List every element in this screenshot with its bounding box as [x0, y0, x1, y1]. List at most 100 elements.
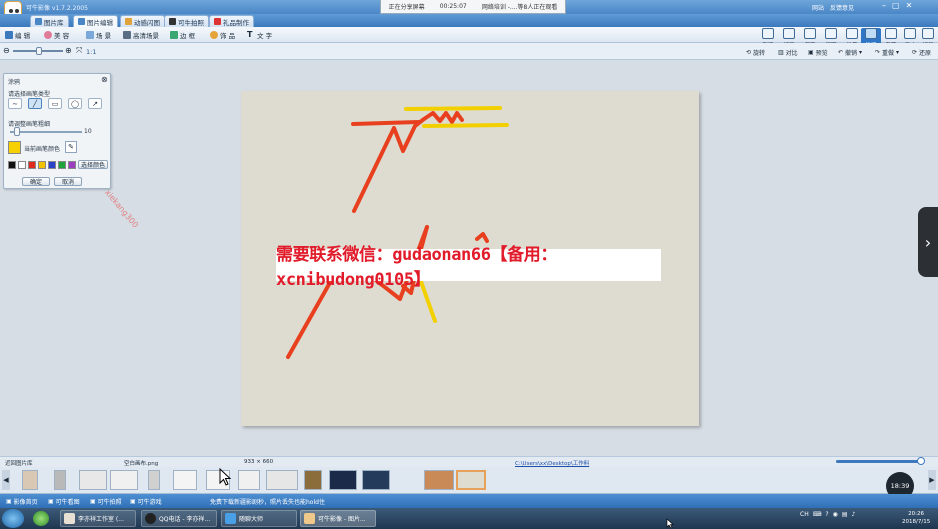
- tool-scene[interactable]: 场 景: [86, 30, 111, 40]
- maximize-button[interactable]: ▢: [892, 1, 900, 10]
- restore-button[interactable]: ⟳ 还原: [912, 48, 931, 57]
- ellipse-brush-button[interactable]: ◯: [68, 98, 82, 109]
- back-to-library-link[interactable]: 近回图片库: [5, 459, 33, 467]
- help-icon[interactable]: ?: [825, 511, 828, 518]
- status-camera-link[interactable]: ▣ 可牛拍照: [90, 497, 122, 506]
- zoom-out-icon[interactable]: ⊖: [3, 46, 10, 55]
- cutout-icon: [825, 28, 837, 39]
- share-timer: 00:25:07: [439, 3, 467, 10]
- thumbnail[interactable]: [304, 470, 322, 490]
- feedback-link[interactable]: 反馈意见: [830, 3, 854, 12]
- swatch-yellow[interactable]: [38, 161, 46, 169]
- brush-size-slider[interactable]: [10, 131, 82, 133]
- gif-icon: [125, 18, 132, 25]
- share-status: 正在分享屏幕: [388, 4, 425, 11]
- tab-photo-edit[interactable]: 图片编辑: [73, 15, 118, 27]
- swatch-purple[interactable]: [68, 161, 76, 169]
- tab-camera[interactable]: 可牛拍照: [164, 15, 209, 27]
- screen-share-bar[interactable]: 正在分享屏幕 00:25:07 网络培训 -....等8人正在观看: [380, 0, 566, 14]
- freehand-brush-button[interactable]: ∼: [8, 98, 22, 109]
- taskbar-item[interactable]: 随聊大师: [221, 510, 297, 527]
- website-link[interactable]: 网站: [812, 3, 824, 12]
- system-clock[interactable]: 20:26 2018/7/15: [902, 510, 930, 526]
- taskbar-item[interactable]: QQ电话 - 李亦祥...: [141, 510, 217, 527]
- tab-animated-gif[interactable]: 动感闪图: [120, 15, 165, 27]
- taskbar-item[interactable]: 李亦祥工作室 (...: [60, 510, 136, 527]
- arrow-brush-button[interactable]: ↗: [88, 98, 102, 109]
- tool-beauty[interactable]: 美 容: [44, 30, 69, 40]
- chevron-right-icon[interactable]: ›: [918, 207, 938, 277]
- thumbnail-size-handle[interactable]: [917, 457, 925, 465]
- clock-date: 2018/7/15: [902, 519, 931, 525]
- status-games-link[interactable]: ▣ 可牛游戏: [130, 497, 162, 506]
- tool-accessory[interactable]: 饰 品: [210, 30, 235, 40]
- app-title: 可牛影像 v1.7.2.2005: [26, 5, 88, 12]
- swatch-black[interactable]: [8, 161, 16, 169]
- thumbnail[interactable]: [424, 470, 454, 490]
- swatch-green[interactable]: [58, 161, 66, 169]
- keyboard-icon[interactable]: ⌨: [813, 511, 822, 518]
- print-icon: [922, 28, 934, 39]
- tool-text[interactable]: T文 字: [247, 30, 272, 41]
- chevron-down-icon: ▾: [896, 49, 900, 56]
- tab-gift-maker[interactable]: 礼品制作: [209, 15, 254, 27]
- thumbnail[interactable]: [238, 470, 260, 490]
- thumbnail-size-slider[interactable]: [836, 460, 922, 463]
- thumbnail[interactable]: [362, 470, 390, 490]
- tool-edit[interactable]: 编 辑: [5, 30, 30, 40]
- preview-icon: ▣: [808, 49, 814, 56]
- thumbnail[interactable]: [329, 470, 357, 490]
- taskbar-item-active[interactable]: 可牛影像 - 图片...: [300, 510, 376, 527]
- pick-color-button[interactable]: 选择颜色: [78, 160, 108, 169]
- thumbnail[interactable]: [148, 470, 160, 490]
- network-icon[interactable]: ▤: [842, 511, 848, 518]
- system-tray: CH ⌨ ? ◉ ▤ ♪: [800, 511, 855, 518]
- filmstrip-left-icon[interactable]: ◀: [2, 470, 10, 490]
- cancel-button[interactable]: 取消: [54, 177, 82, 186]
- zoom-in-icon[interactable]: ⊕: [65, 46, 72, 55]
- tool-hd-scene[interactable]: 高清场景: [123, 30, 159, 40]
- camera-icon: ▣: [90, 498, 96, 505]
- swatch-blue[interactable]: [48, 161, 56, 169]
- thumbnail[interactable]: [110, 470, 138, 490]
- eyedropper-icon[interactable]: ✎: [65, 141, 77, 153]
- zoom-slider-handle[interactable]: [36, 47, 42, 55]
- fit-window-icon[interactable]: ⤧: [76, 46, 82, 56]
- current-color-label: 当前画笔颜色: [24, 146, 61, 153]
- rotate-button[interactable]: ⟲ 旋转: [746, 48, 765, 57]
- tab-photo-library[interactable]: 图片库: [30, 15, 69, 27]
- rectangle-brush-button[interactable]: ▭: [48, 98, 62, 109]
- swatch-red[interactable]: [28, 161, 36, 169]
- file-path-link[interactable]: C:\Users\xx\Desktop\工作料: [515, 459, 589, 467]
- thumbnail[interactable]: [54, 470, 66, 490]
- text-tool-icon: T: [247, 30, 253, 39]
- panel-close-icon[interactable]: ⊗: [101, 75, 108, 84]
- swatch-white[interactable]: [18, 161, 26, 169]
- actual-size-button[interactable]: 1:1: [86, 48, 96, 56]
- volume-icon[interactable]: ♪: [851, 511, 855, 518]
- close-button[interactable]: ✕: [906, 1, 913, 10]
- thumbnail[interactable]: [173, 470, 197, 490]
- start-button[interactable]: [2, 509, 24, 528]
- shield-icon[interactable]: ◉: [833, 511, 838, 518]
- brush-size-handle[interactable]: [14, 127, 20, 136]
- redo-button[interactable]: ↷ 重做 ▾: [875, 48, 899, 57]
- status-home-link[interactable]: ▣ 影像首页: [6, 497, 38, 506]
- input-method-indicator[interactable]: CH: [800, 511, 809, 518]
- undo-button[interactable]: ↶ 撤销 ▾: [838, 48, 862, 57]
- preview-button[interactable]: ▣ 预览: [808, 48, 828, 57]
- compare-button[interactable]: ▥ 对比: [778, 48, 798, 57]
- thumbnail[interactable]: [266, 470, 298, 490]
- status-viewer-link[interactable]: ▣ 可牛看图: [48, 497, 80, 506]
- filmstrip-right-icon[interactable]: ▶: [928, 470, 936, 490]
- tool-border[interactable]: 边 框: [170, 30, 195, 40]
- minimize-button[interactable]: –: [882, 1, 886, 10]
- ok-button[interactable]: 确定: [22, 177, 50, 186]
- status-message[interactable]: 免费下载新疆影剧秒，照片丢失也能hold住: [210, 497, 325, 506]
- thumbnail[interactable]: [79, 470, 107, 490]
- line-brush-button[interactable]: ╱: [28, 98, 42, 109]
- thumbnail[interactable]: [22, 470, 38, 490]
- thumbnail-selected[interactable]: [456, 470, 486, 490]
- browser-icon[interactable]: [33, 511, 49, 526]
- accessory-icon: [210, 31, 218, 39]
